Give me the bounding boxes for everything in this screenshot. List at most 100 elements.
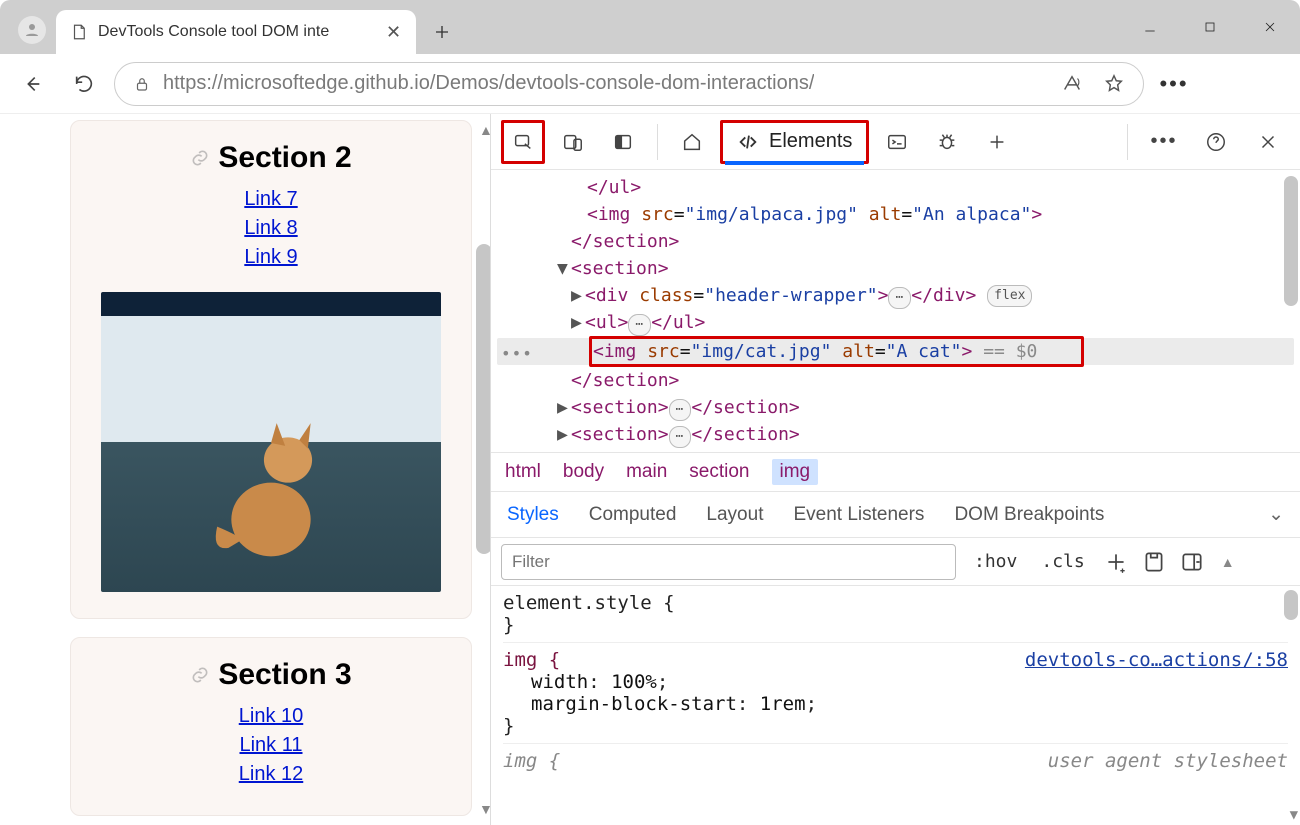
cls-toggle[interactable]: .cls (1035, 551, 1090, 572)
link-12[interactable]: Link 12 (101, 760, 441, 789)
crumb-img[interactable]: img (772, 459, 819, 485)
link-10[interactable]: Link 10 (101, 702, 441, 731)
close-icon (1257, 131, 1279, 153)
devtools-menu-button[interactable]: ••• (1142, 120, 1186, 164)
tab-styles[interactable]: Styles (507, 504, 559, 526)
close-devtools-button[interactable] (1246, 120, 1290, 164)
elements-tab[interactable]: Elements (720, 120, 869, 164)
section-3-heading: Section 3 (101, 658, 441, 692)
scroll-down-icon[interactable]: ▼ (1290, 807, 1298, 823)
favorite-icon[interactable] (1103, 73, 1125, 95)
page-icon (70, 23, 88, 41)
link-11[interactable]: Link 11 (101, 731, 441, 760)
row-actions-icon[interactable]: ••• (501, 342, 533, 366)
device-mode-icon[interactable] (1141, 549, 1167, 575)
back-button[interactable] (10, 62, 54, 106)
ua-img-rule[interactable]: img { user agent stylesheet (503, 750, 1288, 772)
dom-line[interactable]: </section> (491, 228, 1300, 255)
tab-layout[interactable]: Layout (706, 504, 763, 526)
dom-line[interactable]: ▶<ul>⋯</ul> (491, 309, 1300, 336)
devtools-toolbar: Elements ••• (491, 114, 1300, 170)
read-aloud-icon[interactable] (1061, 73, 1083, 95)
css-declaration[interactable]: width: 100%; (503, 671, 1288, 693)
console-tab-button[interactable] (875, 120, 919, 164)
section-2-card: Section 2 Link 7 Link 8 Link 9 (70, 120, 472, 619)
scroll-up-icon[interactable]: ▲ (1221, 554, 1235, 570)
chevron-down-icon[interactable]: ⌄ (1268, 503, 1284, 526)
dom-line[interactable]: ▶<div class="header-wrapper">⋯</div> fle… (491, 282, 1300, 309)
page-content: Section 2 Link 7 Link 8 Link 9 Section 3 (0, 114, 490, 825)
computed-sidebar-icon[interactable] (1179, 549, 1205, 575)
dom-line[interactable]: </ul> (491, 174, 1300, 201)
browser-tab[interactable]: DevTools Console tool DOM inte ✕ (56, 10, 416, 54)
close-window-button[interactable] (1240, 0, 1300, 54)
crumb-body[interactable]: body (563, 461, 604, 483)
styles-filter-input[interactable] (501, 544, 956, 580)
styles-scrollbar[interactable] (1284, 590, 1298, 620)
dom-scrollbar[interactable] (1284, 176, 1298, 306)
link-8[interactable]: Link 8 (101, 214, 441, 243)
sources-tab-button[interactable] (925, 120, 969, 164)
url-text: https://microsoftedge.github.io/Demos/de… (163, 72, 814, 95)
link-icon (190, 148, 210, 168)
dom-line[interactable]: ▶<section>⋯</section> (491, 394, 1300, 421)
maximize-button[interactable] (1180, 0, 1240, 54)
dock-side-button[interactable] (601, 120, 645, 164)
lock-icon (133, 75, 151, 93)
crumb-main[interactable]: main (626, 461, 667, 483)
tab-event-listeners[interactable]: Event Listeners (793, 504, 924, 526)
styles-filter-row: :hov .cls ▲ (491, 538, 1300, 586)
welcome-tab-button[interactable] (670, 120, 714, 164)
element-style-rule[interactable]: element.style { (503, 592, 1288, 614)
styles-tabbar: Styles Computed Layout Event Listeners D… (491, 492, 1300, 538)
window-controls (1120, 0, 1300, 54)
dom-tree[interactable]: </ul> <img src="img/alpaca.jpg" alt="An … (491, 170, 1300, 452)
help-button[interactable] (1194, 120, 1238, 164)
dom-line[interactable]: ▼<section> (491, 255, 1300, 282)
window-titlebar: DevTools Console tool DOM inte ✕ (0, 0, 1300, 54)
inspect-icon (512, 131, 534, 153)
new-tab-button[interactable] (420, 10, 464, 54)
dom-line[interactable]: <img src="img/alpaca.jpg" alt="An alpaca… (491, 201, 1300, 228)
ellipsis-icon: ••• (1150, 130, 1177, 153)
selected-dom-node[interactable]: ••• <img src="img/cat.jpg" alt="A cat"> … (497, 338, 1294, 365)
more-tabs-button[interactable] (975, 120, 1019, 164)
plus-icon (433, 23, 451, 41)
refresh-icon (73, 73, 95, 95)
devtools-panel: ▲ ▼ Elements (490, 114, 1300, 825)
elements-tab-label: Elements (769, 130, 852, 153)
rule-source-link[interactable]: devtools-co…actions/:58 (1025, 649, 1288, 671)
crumb-html[interactable]: html (505, 461, 541, 483)
dock-icon (612, 131, 634, 153)
browser-menu-button[interactable]: ••• (1152, 62, 1196, 106)
code-icon (737, 131, 759, 153)
css-declaration[interactable]: margin-block-start: 1rem; (503, 693, 1288, 715)
img-rule[interactable]: img { devtools-co…actions/:58 (503, 649, 1288, 671)
rule-close: } (503, 614, 1288, 636)
link-9[interactable]: Link 9 (101, 243, 441, 272)
new-style-rule-icon[interactable] (1103, 549, 1129, 575)
styles-pane[interactable]: element.style { } img { devtools-co…acti… (491, 586, 1300, 825)
dom-line[interactable]: ▶<section>⋯</section> (491, 421, 1300, 448)
device-emulation-button[interactable] (551, 120, 595, 164)
link-7[interactable]: Link 7 (101, 185, 441, 214)
cat-illustration (196, 392, 346, 562)
tab-close-icon[interactable]: ✕ (386, 22, 402, 43)
tab-title: DevTools Console tool DOM inte (98, 23, 376, 41)
dom-line[interactable]: ▶<section>⋯</section> (491, 448, 1300, 452)
hov-toggle[interactable]: :hov (968, 551, 1023, 572)
profile-avatar[interactable] (18, 16, 46, 44)
crumb-section[interactable]: section (689, 461, 749, 483)
inspect-element-button[interactable] (501, 120, 545, 164)
arrow-left-icon (21, 73, 43, 95)
section-2-heading: Section 2 (101, 141, 441, 175)
refresh-button[interactable] (62, 62, 106, 106)
dom-line[interactable]: </section> (491, 367, 1300, 394)
page-scrollbar[interactable] (476, 244, 490, 554)
minimize-button[interactable] (1120, 0, 1180, 54)
address-bar[interactable]: https://microsoftedge.github.io/Demos/de… (114, 62, 1144, 106)
tab-dom-breakpoints[interactable]: DOM Breakpoints (954, 504, 1104, 526)
person-icon (23, 21, 41, 39)
ellipsis-icon: ••• (1159, 71, 1188, 97)
tab-computed[interactable]: Computed (589, 504, 677, 526)
